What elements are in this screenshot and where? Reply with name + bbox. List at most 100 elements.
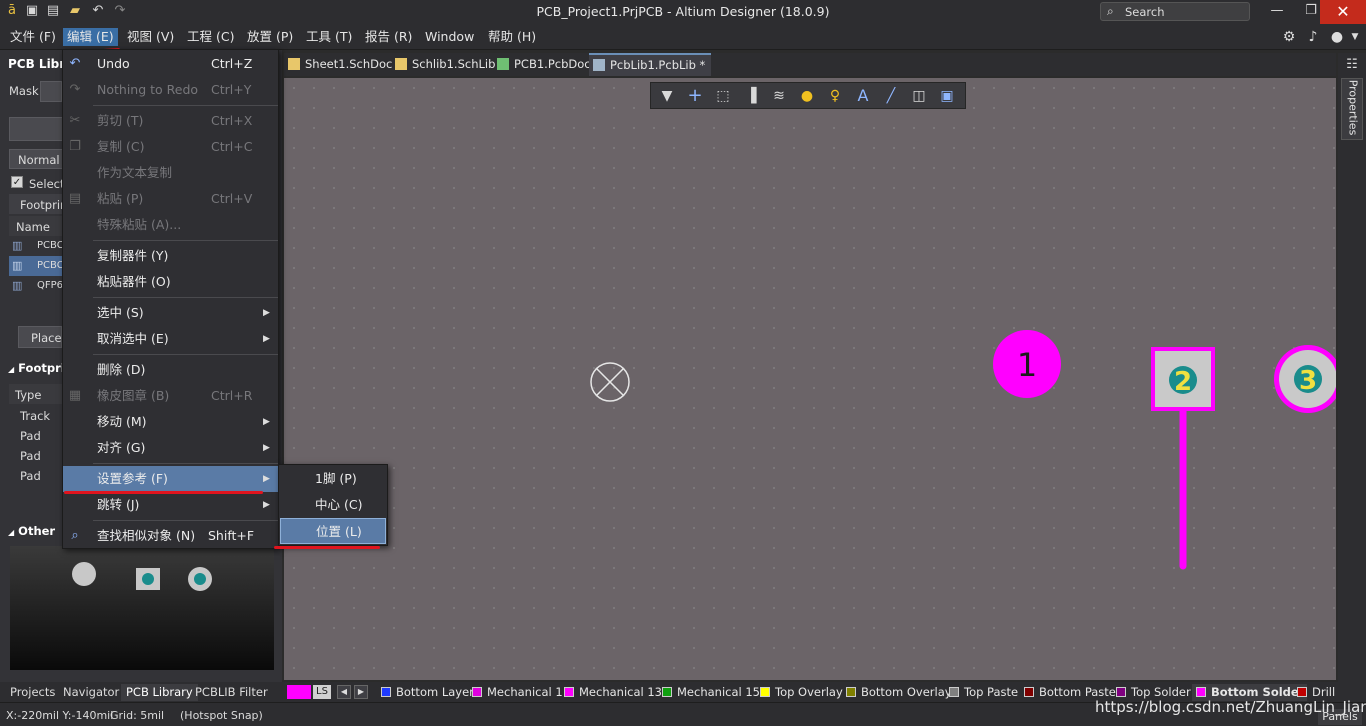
submenu-item-pin1[interactable]: 1脚 (P): [280, 466, 386, 492]
menu-item-copy[interactable]: ❐ 复制 (C) Ctrl+C: [63, 134, 278, 160]
user-dropdown-chevron-icon[interactable]: ▼: [1346, 28, 1364, 46]
panel-toggle-icon[interactable]: ☷: [1344, 57, 1360, 73]
place-button[interactable]: Place: [18, 326, 62, 348]
menu-item-paste[interactable]: ▤ 粘贴 (P) Ctrl+V: [63, 186, 278, 212]
menu-file[interactable]: 文件 (F): [6, 28, 60, 46]
collapse-triangle-icon[interactable]: ◢: [8, 528, 14, 537]
footprint-name: PCBC: [37, 260, 64, 271]
primitive-row[interactable]: Pad: [20, 449, 41, 463]
footprint-name: QFP6: [37, 280, 64, 291]
minimize-button[interactable]: —: [1262, 3, 1292, 19]
menu-separator: [93, 105, 278, 106]
menu-item-move[interactable]: 移动 (M) ▶: [63, 409, 278, 435]
submenu-item-location[interactable]: 位置 (L): [280, 518, 386, 544]
menu-item-label: 对齐 (G): [97, 440, 146, 455]
preview-pad-hole: [194, 573, 206, 585]
menu-item-set-reference[interactable]: 设置参考 (F) ▶: [63, 466, 278, 492]
layer-tab[interactable]: Bottom Layer: [381, 684, 474, 701]
pcb-canvas[interactable]: ▼ + ⬚ ▐ ≋ ● ♀ A ╱ ◫ ▣ 1 2 3: [284, 78, 1336, 680]
apply-button[interactable]: [9, 117, 63, 141]
layer-tab[interactable]: Mechanical 1: [472, 684, 563, 701]
layer-scroll-right-icon[interactable]: ▶: [354, 685, 368, 699]
normal-dropdown[interactable]: Normal: [9, 149, 63, 169]
search-placeholder: Search: [1125, 5, 1165, 19]
menu-project[interactable]: 工程 (C): [183, 28, 238, 46]
menu-item-redo[interactable]: ↷ Nothing to Redo Ctrl+Y: [63, 77, 278, 103]
user-account-icon[interactable]: ●: [1328, 28, 1346, 46]
notification-bell-icon[interactable]: ♪: [1304, 28, 1322, 46]
tab-pcb1-pcbdoc[interactable]: PCB1.PcbDoc: [493, 53, 597, 76]
red-underline-location: [274, 546, 380, 549]
menu-item-copy-as-text[interactable]: 作为文本复制: [63, 160, 278, 186]
menu-edit[interactable]: 编辑 (E): [63, 28, 118, 46]
menu-item-select[interactable]: 选中 (S) ▶: [63, 300, 278, 326]
primitive-row[interactable]: Track: [20, 409, 50, 423]
footprint-row[interactable]: ▥ PCBC: [9, 236, 64, 256]
menu-item-label: 粘贴 (P): [97, 191, 144, 206]
set-reference-submenu: 1脚 (P) 中心 (C) 位置 (L): [278, 464, 388, 546]
menu-item-paste-special[interactable]: 特殊粘贴 (A)...: [63, 212, 278, 238]
close-button[interactable]: ✕: [1320, 0, 1366, 24]
panel-tab-pcb-library[interactable]: PCB Library: [121, 684, 198, 701]
menu-item-paste-component[interactable]: 粘贴器件 (O): [63, 269, 278, 295]
menu-item-label: 作为文本复制: [97, 165, 173, 180]
menu-item-deselect[interactable]: 取消选中 (E) ▶: [63, 326, 278, 352]
panel-tab-pcblib-filter[interactable]: PCBLIB Filter: [190, 684, 273, 701]
primitive-row[interactable]: Pad: [20, 429, 41, 443]
layer-tab[interactable]: Bottom Overlay: [846, 684, 952, 701]
origin-marker: [590, 362, 630, 402]
find-similar-icon: ⌕: [71, 528, 79, 543]
properties-panel-button[interactable]: Properties: [1341, 78, 1363, 140]
undo-icon: ↶: [69, 56, 81, 71]
tab-sheet1-schdoc[interactable]: Sheet1.SchDoc: [284, 53, 398, 76]
tab-pcblib1-pcblib[interactable]: PcbLib1.PcbLib *: [589, 53, 712, 76]
panel-tab-projects[interactable]: Projects: [5, 684, 60, 701]
menu-item-jump[interactable]: 跳转 (J) ▶: [63, 492, 278, 518]
layer-tab[interactable]: Mechanical 15: [662, 684, 760, 701]
layer-set-button[interactable]: LS: [313, 685, 331, 699]
menu-view[interactable]: 视图 (V): [123, 28, 178, 46]
submenu-item-center[interactable]: 中心 (C): [280, 492, 386, 518]
menu-window[interactable]: Window: [421, 28, 478, 46]
menu-item-delete[interactable]: 删除 (D): [63, 357, 278, 383]
pad-1-label: 1: [1017, 346, 1037, 384]
menu-item-cut[interactable]: ✂ 剪切 (T) Ctrl+X: [63, 108, 278, 134]
panel-tab-navigator[interactable]: Navigator: [58, 684, 124, 701]
menu-item-align[interactable]: 对齐 (G) ▶: [63, 435, 278, 461]
right-panel-strip: ☷: [1338, 53, 1366, 682]
layer-tab[interactable]: Top Paste: [949, 684, 1018, 701]
mask-input[interactable]: [40, 81, 62, 102]
menu-item-undo[interactable]: ↶ Undo Ctrl+Z: [63, 51, 278, 77]
footprints-header-label: Footprin: [20, 198, 68, 212]
layer-tab[interactable]: Mechanical 13: [564, 684, 662, 701]
collapse-triangle-icon[interactable]: ◢: [8, 365, 14, 374]
current-layer-swatch[interactable]: [287, 685, 311, 699]
layer-scroll-left-icon[interactable]: ◀: [337, 685, 351, 699]
edit-dropdown-menu: ↶ Undo Ctrl+Z ↷ Nothing to Redo Ctrl+Y ✂…: [62, 49, 279, 549]
menu-help[interactable]: 帮助 (H): [484, 28, 540, 46]
footprint-row[interactable]: ▥ QFP6: [9, 276, 63, 296]
menu-item-label: 粘贴器件 (O): [97, 274, 171, 289]
primitive-row[interactable]: Pad: [20, 469, 41, 483]
menu-item-rubber-stamp[interactable]: ▦ 橡皮图章 (B) Ctrl+R: [63, 383, 278, 409]
stamp-icon: ▦: [68, 388, 82, 403]
other-section-title: ◢ Other: [8, 524, 55, 538]
menu-item-label: 复制 (C): [97, 139, 145, 154]
menu-reports[interactable]: 报告 (R): [361, 28, 416, 46]
menu-place[interactable]: 放置 (P): [243, 28, 297, 46]
layer-color-swatch: [1297, 687, 1307, 697]
menu-tools[interactable]: 工具 (T): [302, 28, 356, 46]
tab-schlib1-schlib[interactable]: Schlib1.SchLib: [391, 53, 501, 76]
layer-color-swatch: [564, 687, 574, 697]
settings-gear-icon[interactable]: ⚙: [1280, 28, 1298, 46]
menu-item-copy-component[interactable]: 复制器件 (Y): [63, 243, 278, 269]
select-checkbox[interactable]: ✓: [11, 176, 23, 188]
menu-item-label: 剪切 (T): [97, 113, 144, 128]
properties-label: Properties: [1346, 79, 1360, 136]
layer-tab[interactable]: Top Overlay: [760, 684, 843, 701]
search-box[interactable]: ⌕ Search: [1100, 2, 1250, 21]
menu-item-find-similar[interactable]: ⌕ 查找相似对象 (N) Shift+F: [63, 523, 278, 549]
layer-label: Bottom Solder: [1211, 685, 1305, 699]
footprint-row-selected[interactable]: ▥ PCBC: [9, 256, 64, 276]
name-column-label: Name: [16, 220, 50, 234]
